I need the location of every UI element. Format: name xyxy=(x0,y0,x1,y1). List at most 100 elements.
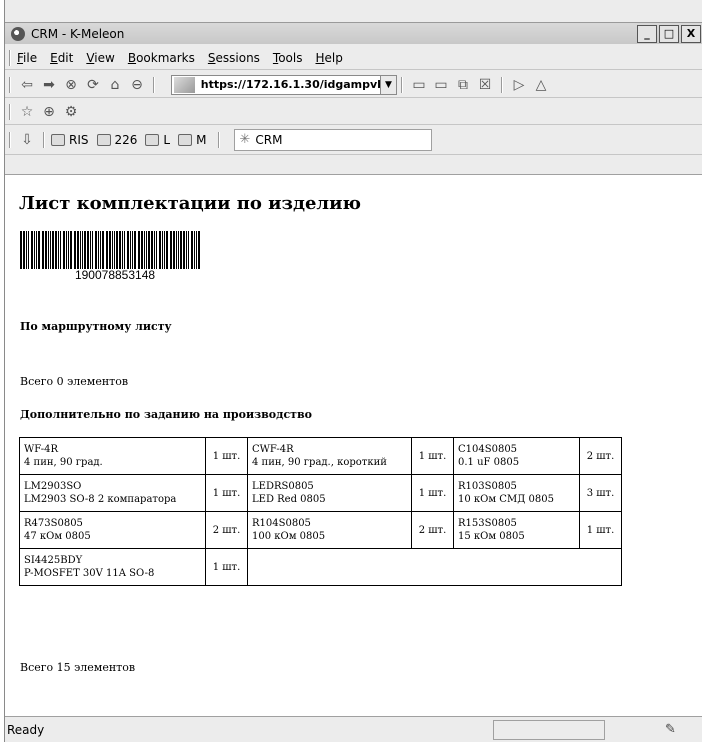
barcode-bar xyxy=(116,231,118,269)
bookmark-l[interactable]: L xyxy=(145,133,170,147)
barcode-bar xyxy=(58,231,59,269)
page-content: Лист комплектации по изделию 19007885314… xyxy=(5,174,702,716)
tab-crm[interactable]: ✳ CRM xyxy=(234,128,433,151)
qty-cell: 1 шт. xyxy=(411,437,454,475)
maximize-button[interactable]: □ xyxy=(659,24,679,43)
tab-label: CRM xyxy=(255,132,283,147)
barcode-bar xyxy=(164,231,165,269)
qty-cell: 1 шт. xyxy=(411,474,454,512)
menu-help[interactable]: Help xyxy=(316,51,343,65)
barcode-bar xyxy=(183,231,185,269)
menu-file[interactable]: File xyxy=(17,51,37,65)
minimize-button[interactable]: _ xyxy=(637,24,657,43)
close-tab-icon[interactable]: ☒ xyxy=(475,76,495,94)
barcode-bar xyxy=(26,231,27,269)
barcode-bar xyxy=(31,231,33,269)
star-icon[interactable]: ☆ xyxy=(17,103,37,121)
item-cell: CWF-4R 4 пин, 90 град., короткий xyxy=(247,437,412,475)
security-icon[interactable]: ✎ xyxy=(665,722,681,738)
barcode-bar xyxy=(180,231,182,269)
item-cell: SI4425BDY P-MOSFET 30V 11A SO-8 xyxy=(19,548,206,586)
stop-icon[interactable]: ⊗ xyxy=(61,76,81,94)
barcode-bar xyxy=(66,231,67,269)
barcode-bar xyxy=(36,231,37,269)
new-window-icon[interactable]: ⧉ xyxy=(453,76,473,94)
barcode-bar xyxy=(127,231,129,269)
menu-bookmarks[interactable]: Bookmarks xyxy=(128,51,195,65)
bookmark-ris[interactable]: RIS xyxy=(51,133,89,147)
qty-cell: 2 шт. xyxy=(205,511,248,549)
barcode-bar xyxy=(162,231,163,269)
gear-icon[interactable]: ⚙ xyxy=(61,103,81,121)
toolbar-grip xyxy=(153,76,155,93)
barcode-bar xyxy=(77,231,79,269)
toolbar-grip xyxy=(218,131,221,148)
barcode-bar xyxy=(154,231,155,269)
barcode-bar xyxy=(38,231,40,269)
barcode-bar xyxy=(166,231,168,269)
item-cell: R153S0805 15 кОм 0805 xyxy=(453,511,580,549)
menu-view[interactable]: View xyxy=(86,51,114,65)
qty-cell: 2 шт. xyxy=(411,511,454,549)
bookmarks-toolbar: ⇩ RIS 226 L M ✳ CRM xyxy=(5,125,702,155)
item-cell: R103S0805 10 кОм СМД 0805 xyxy=(453,474,580,512)
barcode-bar xyxy=(50,231,51,269)
barcode-bar xyxy=(112,231,113,269)
up-icon[interactable]: △ xyxy=(531,76,551,94)
table-row: R473S0805 47 кОм 0805 2 шт. R104S0805 100 … xyxy=(19,511,622,549)
status-text: Ready xyxy=(7,722,45,737)
extras-toolbar: ☆ ⊕ ⚙ xyxy=(5,99,702,125)
add-bookmark-icon[interactable]: ⊕ xyxy=(39,103,59,121)
barcode-bar xyxy=(159,231,161,269)
toolbar-grip xyxy=(9,76,11,93)
qty-cell: 1 шт. xyxy=(205,548,248,586)
bookmark-m[interactable]: M xyxy=(178,133,206,147)
barcode-number: 190078853148 xyxy=(74,268,156,282)
toolbar-grip xyxy=(43,131,45,148)
item-cell: LEDRS0805 LED Red 0805 xyxy=(247,474,412,512)
barcode-bar xyxy=(138,231,140,269)
barcode-bar xyxy=(34,231,35,269)
menu-tools[interactable]: Tools xyxy=(273,51,303,65)
barcode-bar xyxy=(170,231,172,269)
url-dropdown-icon[interactable]: ▼ xyxy=(380,75,396,94)
qty-cell: 1 шт. xyxy=(205,474,248,512)
barcode: 190078853148 xyxy=(20,231,210,283)
item-cell: R104S0805 100 кОм 0805 xyxy=(247,511,412,549)
item-cell: WF-4R 4 пин, 90 град. xyxy=(19,437,206,475)
toolbar-grip xyxy=(501,76,503,93)
home-icon[interactable]: ⌂ xyxy=(105,76,125,94)
barcode-bar xyxy=(132,231,133,269)
print-icon[interactable]: ▭ xyxy=(431,76,451,94)
download-icon[interactable]: ⇩ xyxy=(17,131,37,149)
barcode-bar xyxy=(156,231,157,269)
extra-total: Всего 15 элементов xyxy=(20,661,136,674)
bookmark-icon xyxy=(96,133,111,146)
route-total: Всего 0 элементов xyxy=(20,375,129,388)
barcode-bar xyxy=(186,231,187,269)
close-button[interactable]: X xyxy=(681,24,701,43)
reload-icon[interactable]: ⟳ xyxy=(83,76,103,94)
bookmark-226[interactable]: 226 xyxy=(96,133,137,147)
barcode-bar xyxy=(176,231,177,269)
barcode-bar xyxy=(20,231,22,269)
barcode-bar xyxy=(90,231,91,269)
url-bar[interactable]: https://172.16.1.30/idgampvbyj ▼ xyxy=(171,74,397,95)
title-bar: CRM - K-Meleon _ □ X xyxy=(5,22,702,44)
bookmark-icon xyxy=(145,133,160,146)
item-cell: LM2903SO LM2903 SO-8 2 компаратора xyxy=(19,474,206,512)
page-title: Лист комплектации по изделию xyxy=(19,193,361,214)
forward-icon[interactable]: ➡ xyxy=(39,76,59,94)
go-icon[interactable]: ⊖ xyxy=(127,76,147,94)
save-page-icon[interactable]: ▭ xyxy=(409,76,429,94)
barcode-bar xyxy=(42,231,44,269)
play-icon[interactable]: ▷ xyxy=(509,76,529,94)
barcode-bar xyxy=(134,231,136,269)
back-icon[interactable]: ⇦ xyxy=(17,76,37,94)
navigation-toolbar: ⇦ ➡ ⊗ ⟳ ⌂ ⊖ https://172.16.1.30/idgampvb… xyxy=(5,72,702,98)
item-cell: C104S0805 0.1 uF 0805 xyxy=(453,437,580,475)
menu-edit[interactable]: Edit xyxy=(50,51,73,65)
barcode-bar xyxy=(70,231,72,269)
barcode-bar xyxy=(178,231,179,269)
menu-sessions[interactable]: Sessions xyxy=(208,51,260,65)
